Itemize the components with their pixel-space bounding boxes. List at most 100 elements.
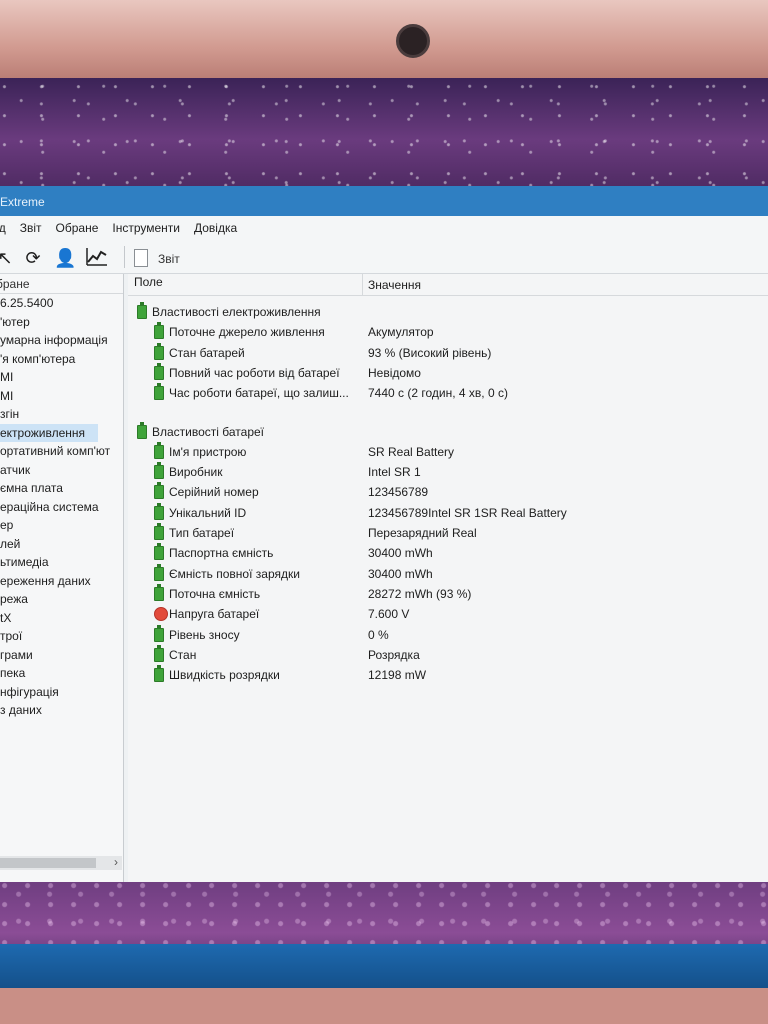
- battery-icon: [154, 462, 164, 480]
- report-button[interactable]: Звіт: [158, 252, 180, 266]
- tree-item[interactable]: ємна плата: [0, 479, 123, 498]
- detail-row[interactable]: Напруга батареї 7.600 V: [128, 604, 768, 624]
- detail-value: 93 % (Високий рівень): [368, 345, 492, 360]
- section-header[interactable]: Властивості електроживлення: [128, 302, 768, 322]
- toolbar-separator: [124, 246, 125, 268]
- detail-row[interactable]: Час роботи батареї, що залиш... 7440 с (2…: [128, 383, 768, 403]
- scroll-right-icon[interactable]: ›: [114, 855, 118, 869]
- refresh-icon[interactable]: ⟳: [22, 247, 44, 269]
- screen: Extreme ид Звіт Обране Інструменти Довідка ↖…: [0, 78, 768, 988]
- detail-field: Рівень зносу: [169, 627, 240, 642]
- title-bar[interactable]: Extreme: [0, 186, 768, 216]
- menu-item-report[interactable]: Звіт: [20, 221, 42, 235]
- section-header[interactable]: Властивості батареї: [128, 421, 768, 442]
- tree-item[interactable]: tX: [0, 609, 123, 628]
- detail-field: Час роботи батареї, що залиш...: [169, 386, 349, 401]
- detail-value: 123456789: [368, 485, 429, 500]
- battery-icon: [154, 665, 164, 683]
- battery-icon: [154, 583, 164, 601]
- detail-value: Невідомо: [368, 365, 421, 380]
- detail-field: Ім'я пристрою: [169, 444, 247, 459]
- detail-field: Унікальний ID: [169, 505, 247, 520]
- battery-icon: [154, 482, 164, 500]
- detail-field: Паспортна ємність: [169, 546, 274, 561]
- back-arrow-icon[interactable]: ↖: [0, 247, 16, 269]
- detail-value: 30400 mWh: [368, 566, 433, 581]
- menu-item-view[interactable]: ид: [0, 221, 6, 235]
- detail-row[interactable]: Унікальний ID 123456789Intel SR 1SR Real …: [128, 502, 768, 523]
- detail-row[interactable]: Стан Розрядка: [128, 644, 768, 665]
- section-title: Властивості електроживлення: [152, 305, 321, 319]
- detail-row[interactable]: Стан батарей 93 % (Високий рівень): [128, 342, 768, 363]
- tree-item[interactable]: ортативний комп'ют: [0, 442, 123, 461]
- column-value[interactable]: Значення: [368, 278, 421, 292]
- tree-item[interactable]: трої: [0, 627, 123, 646]
- column-header: Поле Значення: [128, 274, 768, 296]
- detail-field: Швидкість розрядки: [169, 668, 280, 683]
- detail-value: Акумулятор: [368, 325, 434, 340]
- menu-item-tools[interactable]: Інструменти: [112, 221, 180, 235]
- detail-value: 0 %: [368, 627, 389, 642]
- detail-value: 7440 с (2 годин, 4 хв, 0 с): [368, 386, 508, 401]
- detail-row[interactable]: Ємність повної зарядки 30400 mWh: [128, 563, 768, 584]
- tree-item[interactable]: атчик: [0, 461, 123, 480]
- tree-item[interactable]: з даних: [0, 701, 123, 720]
- detail-field: Поточна ємність: [169, 586, 261, 601]
- tree-item[interactable]: пека: [0, 664, 123, 683]
- tree-item[interactable]: 6.25.5400: [0, 294, 123, 313]
- tree-item[interactable]: 'я комп'ютера: [0, 350, 123, 369]
- detail-row[interactable]: Швидкість розрядки 12198 mW: [128, 665, 768, 685]
- section-title: Властивості батареї: [152, 424, 265, 439]
- detail-row[interactable]: Виробник Intel SR 1: [128, 462, 768, 482]
- menu-item-help[interactable]: Довідка: [194, 221, 237, 235]
- tree-item[interactable]: ектроживлення: [0, 423, 98, 442]
- detail-row[interactable]: Рівень зносу 0 %: [128, 624, 768, 645]
- battery-icon: [154, 441, 164, 459]
- column-field[interactable]: Поле: [134, 275, 163, 289]
- tree-item[interactable]: ереження даних: [0, 572, 123, 591]
- tree-header[interactable]: бране: [0, 274, 123, 294]
- detail-value: 7.600 V: [368, 607, 410, 622]
- tree-item[interactable]: ер: [0, 516, 123, 535]
- detail-value: 30400 mWh: [368, 546, 433, 561]
- tree-item[interactable]: лей: [0, 535, 123, 554]
- tree-item[interactable]: ьтимедіа: [0, 553, 123, 572]
- detail-field: Виробник: [169, 465, 223, 480]
- tree-item[interactable]: згін: [0, 405, 123, 424]
- tree-item[interactable]: ераційна система: [0, 498, 123, 517]
- detail-row[interactable]: Поточна ємність 28272 mWh (93 %): [128, 583, 768, 604]
- detail-row[interactable]: Тип батареї Перезарядний Real: [128, 523, 768, 543]
- column-divider[interactable]: [362, 274, 363, 296]
- menu-item-favorites[interactable]: Обране: [56, 221, 99, 235]
- navigation-tree: бране 6.25.5400'ютерумарна інформація'я …: [0, 274, 124, 882]
- detail-value: 28272 mWh (93 %): [368, 586, 472, 601]
- horizontal-scrollbar[interactable]: ›: [0, 855, 122, 870]
- tree-item[interactable]: грами: [0, 646, 123, 665]
- battery-icon: [137, 302, 147, 319]
- tree-item[interactable]: режа: [0, 590, 123, 609]
- chart-icon[interactable]: [86, 247, 108, 269]
- battery-icon: [154, 644, 164, 662]
- detail-value: Розрядка: [368, 647, 420, 662]
- detail-row[interactable]: Паспортна ємність 30400 mWh: [128, 543, 768, 563]
- detail-field: Ємність повної зарядки: [169, 566, 300, 581]
- scrollbar-thumb[interactable]: [0, 858, 96, 868]
- detail-value: 123456789Intel SR 1SR Real Battery: [368, 505, 567, 520]
- tree-item[interactable]: MI: [0, 387, 123, 406]
- window-title: Extreme: [0, 195, 45, 209]
- tree-item[interactable]: 'ютер: [0, 313, 123, 332]
- report-icon[interactable]: [134, 249, 148, 267]
- detail-value: Перезарядний Real: [368, 526, 477, 540]
- tree-item[interactable]: MI: [0, 368, 123, 387]
- battery-icon: [154, 502, 164, 520]
- detail-value: 12198 mW: [368, 668, 427, 683]
- detail-row[interactable]: Серійний номер 123456789: [128, 482, 768, 502]
- app-window: Extreme ид Звіт Обране Інструменти Довідка ↖…: [0, 186, 768, 882]
- detail-row[interactable]: Поточне джерело живлення Акумулятор: [128, 322, 768, 342]
- detail-row[interactable]: Ім'я пристрою SR Real Battery: [128, 441, 768, 462]
- tree-item[interactable]: умарна інформація: [0, 331, 123, 350]
- user-icon[interactable]: 👤: [54, 247, 76, 269]
- tree-item[interactable]: нфігурація: [0, 683, 123, 702]
- detail-row[interactable]: Повний час роботи від батареї Невідомо: [128, 362, 768, 383]
- detail-field: Напруга батареї: [169, 607, 260, 622]
